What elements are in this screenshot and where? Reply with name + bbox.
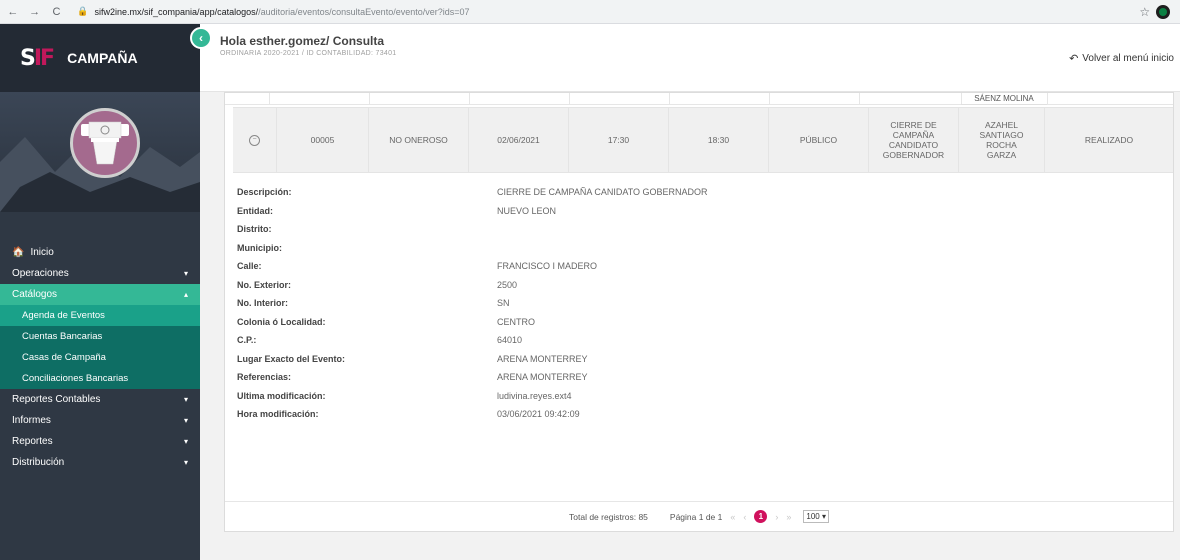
url-path: /auditoria/eventos/consultaEvento/evento… <box>258 6 470 17</box>
fecha-cell: 02/06/2021 <box>469 108 569 172</box>
chevron-down-icon: ▾ <box>183 437 188 446</box>
brand-name: CAMPAÑA <box>67 50 138 66</box>
hora-fin-cell: 18:30 <box>669 108 769 172</box>
first-page-button[interactable]: « <box>730 512 735 522</box>
detail-row: Municipio: <box>237 242 282 253</box>
detail-row: C.P.: 64010 <box>237 335 523 346</box>
detail-row: Referencias: ARENA MONTERREY <box>237 372 588 383</box>
estatus-cell: REALIZADO <box>1084 135 1134 145</box>
sif-logo: SIF <box>20 45 55 71</box>
sidebar-item-catalogos[interactable]: Catálogos ▴ <box>0 284 200 305</box>
hora-inicio-cell: 17:30 <box>569 108 669 172</box>
sidebar-collapse-button[interactable]: ‹ <box>190 27 212 49</box>
back-arrow-icon[interactable]: ← <box>4 3 22 21</box>
sidebar-item-label: Reportes Contables <box>12 394 101 405</box>
page-indicator: Página 1 de 1 <box>669 511 723 522</box>
detail-row: Entidad: NUEVO LEON <box>237 205 557 216</box>
url-domain: sifw2ine.mx/sif_compania/app/catalogos/ <box>94 6 259 17</box>
sidebar-item-label: Informes <box>12 415 51 426</box>
sidebar-item-label: Operaciones <box>12 268 69 279</box>
sidebar-item-agenda-eventos[interactable]: Agenda de Eventos <box>0 305 200 326</box>
sidebar-item-label: Casas de Campaña <box>22 352 106 363</box>
home-icon: 🏠 <box>12 247 25 258</box>
pagination-bar: Total de registros: 85 Página 1 de 1 « ‹… <box>225 501 1173 531</box>
sidebar-menu: 🏠 Inicio Operaciones ▾ Catálogos ▴ Agend… <box>0 242 200 473</box>
reload-icon[interactable]: C <box>48 3 66 21</box>
sidebar-item-label: Reportes <box>12 436 53 447</box>
tipo-evento-cell: PÚBLICO <box>769 108 869 172</box>
detail-row: Calle: FRANCISCO I MADERO <box>237 261 598 272</box>
last-page-button[interactable]: » <box>786 512 791 522</box>
browser-toolbar: ← → C 🔒 sifw2ine.mx/sif_compania/app/cat… <box>0 0 1180 24</box>
sidebar-item-label: Cuentas Bancarias <box>22 331 103 342</box>
address-bar[interactable]: 🔒 sifw2ine.mx/sif_compania/app/catalogos… <box>73 2 1140 21</box>
current-page-button[interactable]: 1 <box>754 510 768 523</box>
lock-icon: 🔒 <box>77 6 89 16</box>
reply-arrow-icon: ↶ <box>1069 53 1079 65</box>
sidebar-item-label: Inicio <box>30 247 54 258</box>
page-size-select[interactable]: 100 ▾ <box>803 510 829 523</box>
podium-icon <box>81 121 129 165</box>
detail-row: Colonia ó Localidad: CENTRO <box>237 316 535 327</box>
back-link-label: Volver al menú inicio <box>1082 53 1174 64</box>
event-panel: SÁENZ MOLINA − 00005 NO ONEROSO 02/06/20… <box>224 92 1174 532</box>
sidebar-item-informes[interactable]: Informes ▾ <box>0 410 200 431</box>
chevron-down-icon: ▾ <box>183 416 188 425</box>
event-details: Descripción: CIERRE DE CAMPAÑA CANIDATO G… <box>237 183 937 424</box>
detail-row: Lugar Exacto del Evento: ARENA MONTERREY <box>237 353 588 364</box>
sidebar-item-label: Agenda de Eventos <box>22 310 105 321</box>
sidebar-item-label: Catálogos <box>12 289 58 300</box>
sidebar-item-casas-campana[interactable]: Casas de Campaña <box>0 347 200 368</box>
page-subtitle: ORDINARIA 2020-2021 / ID CONTABILIDAD: 7… <box>220 50 397 57</box>
sidebar-item-reportes-contables[interactable]: Reportes Contables ▾ <box>0 389 200 410</box>
collapse-circle-icon[interactable]: − <box>249 134 260 146</box>
detail-row: Descripción: CIERRE DE CAMPAÑA CANIDATO G… <box>237 187 708 198</box>
detail-row: Hora modificación: 03/06/2021 09:42:09 <box>237 409 580 420</box>
total-records: Total de registros: 85 <box>569 511 648 522</box>
chevron-down-icon: ▾ <box>183 269 188 278</box>
forward-arrow-icon[interactable]: → <box>26 3 44 21</box>
back-to-menu-link[interactable]: ↶ Volver al menú inicio <box>1069 52 1174 65</box>
sidebar-item-inicio[interactable]: 🏠 Inicio <box>0 242 200 263</box>
next-page-button[interactable]: › <box>775 512 778 522</box>
sidebar-item-cuentas-bancarias[interactable]: Cuentas Bancarias <box>0 326 200 347</box>
sidebar-item-reportes[interactable]: Reportes ▾ <box>0 431 200 452</box>
page-title: Hola esther.gomez/ Consulta <box>220 34 385 48</box>
detail-row: Distrito: <box>237 224 272 235</box>
sidebar-item-label: Conciliaciones Bancarias <box>22 373 129 384</box>
responsable-cell: AZAHEL SANTIAGO ROCHA GARZA <box>959 108 1045 172</box>
prev-page-button[interactable]: ‹ <box>743 512 746 522</box>
bookmark-star-icon[interactable]: ☆ <box>1139 5 1150 19</box>
sidebar: SIF CAMPAÑA 🏠 Inicio Operaciones ▾ Catál… <box>0 24 200 560</box>
detail-row: Ultima modificación: ludivina.reyes.ext4 <box>237 390 572 401</box>
sidebar-item-conciliaciones[interactable]: Conciliaciones Bancarias <box>0 368 200 389</box>
sidebar-item-operaciones[interactable]: Operaciones ▾ <box>0 263 200 284</box>
chevron-down-icon: ▾ <box>183 458 188 467</box>
brand-header: SIF CAMPAÑA <box>0 24 200 92</box>
detail-row: No. Interior: SN <box>237 298 510 309</box>
tipo-cell: NO ONEROSO <box>369 108 469 172</box>
chevron-up-icon: ▴ <box>183 290 188 299</box>
sidebar-item-label: Distribución <box>12 457 65 468</box>
table-row[interactable]: − 00005 NO ONEROSO 02/06/2021 17:30 18:3… <box>233 107 1173 173</box>
nombre-evento-cell: CIERRE DE CAMPAÑA CANDIDATO GOBERNADOR <box>869 108 959 172</box>
main-content: SÁENZ MOLINA − 00005 NO ONEROSO 02/06/20… <box>200 92 1180 560</box>
sidebar-item-distribucion[interactable]: Distribución ▾ <box>0 452 200 473</box>
page-header: Hola esther.gomez/ Consulta ORDINARIA 20… <box>200 24 1180 92</box>
detail-row: No. Exterior: 2500 <box>237 279 518 290</box>
previous-row-name: SÁENZ MOLINA <box>961 93 1047 105</box>
folio-cell: 00005 <box>277 108 369 172</box>
row-expand-cell[interactable]: − <box>233 108 277 172</box>
avatar <box>70 108 140 178</box>
profile-banner <box>0 92 200 212</box>
chevron-down-icon: ▾ <box>183 395 188 404</box>
catalogos-submenu: Agenda de Eventos Cuentas Bancarias Casa… <box>0 305 200 389</box>
profile-avatar[interactable] <box>1156 4 1170 19</box>
